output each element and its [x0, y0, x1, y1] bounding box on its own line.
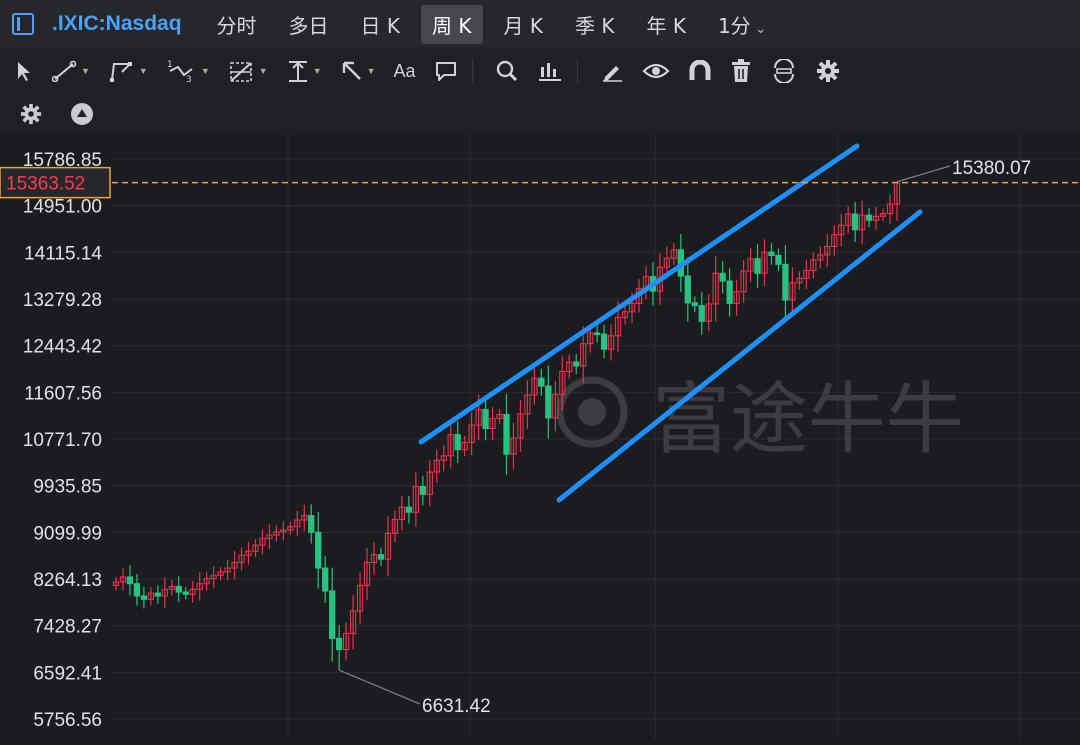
- tab-quarterly-k[interactable]: 季 K: [564, 5, 625, 44]
- drawing-toolbar: ▼ ▼ 1 3 ▼ ▼ ▼ ▼ Aa: [0, 48, 1080, 95]
- candle-body: [698, 305, 705, 322]
- candle-body: [538, 377, 545, 387]
- dropdown-caret-icon: ▼: [200, 66, 210, 76]
- dropdown-caret-icon: ▼: [258, 66, 268, 76]
- sync-icon[interactable]: [770, 59, 798, 83]
- dropdown-caret-icon: ▼: [312, 66, 322, 76]
- candle-body: [182, 591, 189, 595]
- low-price-label: 6631.42: [422, 696, 491, 717]
- candle-body: [726, 280, 733, 304]
- y-tick-label: 14951.00: [23, 197, 102, 218]
- candle-body: [594, 332, 601, 336]
- candle-body: [308, 515, 315, 533]
- text-icon[interactable]: Aa: [394, 61, 416, 82]
- candle-body: [419, 486, 426, 495]
- cursor-icon[interactable]: [14, 60, 34, 82]
- candle-body: [782, 263, 789, 301]
- low-leader-line: [338, 669, 421, 705]
- high-leader-line: [896, 165, 951, 183]
- candle-body: [377, 554, 385, 560]
- candle-body: [133, 583, 141, 597]
- candle-body: [154, 592, 161, 597]
- tab-timeshare[interactable]: 分时: [206, 5, 268, 44]
- y-tick-label: 5756.56: [33, 710, 102, 731]
- candle-body: [175, 585, 182, 593]
- y-tick-label: 13279.28: [23, 290, 102, 311]
- polyline-icon[interactable]: ▼: [108, 60, 148, 82]
- candle-body: [335, 637, 343, 651]
- tab-monthly-k[interactable]: 月 K: [493, 5, 554, 44]
- candle-body: [503, 413, 510, 455]
- settings-icon[interactable]: [20, 103, 42, 125]
- top-bar: .IXIC:Nasdaq 分时 多日 日 K 周 K 月 K 季 K 年 K 1…: [0, 0, 1080, 48]
- candle-body: [482, 408, 489, 430]
- price-range-icon[interactable]: ▼: [286, 59, 322, 83]
- tab-daily-k[interactable]: 日 K: [350, 5, 411, 44]
- y-tick-label: 10771.70: [23, 430, 102, 451]
- candle-body: [405, 506, 413, 513]
- candle-body: [719, 272, 726, 282]
- tab-weekly-k[interactable]: 周 K: [421, 4, 483, 44]
- tab-multi-day[interactable]: 多日: [278, 5, 340, 44]
- tab-minute-label: 1分: [717, 13, 751, 38]
- zoom-icon[interactable]: [495, 60, 519, 82]
- trend-line-icon[interactable]: ▼: [52, 60, 90, 82]
- toolbar-divider: [576, 59, 578, 83]
- fib-grid-icon[interactable]: ▼: [228, 59, 268, 83]
- y-tick-label: 12443.42: [23, 337, 102, 358]
- current-price-badge: 15363.52: [0, 166, 111, 199]
- candle-body: [329, 590, 336, 639]
- toolbar-divider: [471, 59, 473, 83]
- comment-icon[interactable]: [434, 60, 458, 82]
- candle-body: [691, 302, 698, 307]
- tab-yearly-k[interactable]: 年 K: [635, 5, 696, 44]
- candle-body: [684, 275, 691, 304]
- candle-body: [573, 361, 580, 367]
- candle-body: [545, 385, 552, 419]
- pen-icon[interactable]: [600, 60, 624, 82]
- candle-body: [852, 213, 859, 231]
- svg-text:1: 1: [167, 60, 173, 70]
- svg-text:3: 3: [186, 75, 192, 83]
- settings-icon[interactable]: [816, 59, 840, 83]
- triangle-up-icon[interactable]: [70, 102, 94, 126]
- chevron-down-icon: ⌄: [754, 20, 767, 37]
- indicator-bar: [0, 94, 1080, 134]
- candle-body: [140, 595, 148, 600]
- candle-body: [865, 214, 873, 221]
- candle-body: [754, 258, 761, 274]
- candle-body: [600, 333, 608, 350]
- magnet-icon[interactable]: [688, 60, 712, 82]
- arrow-icon[interactable]: ▼: [340, 60, 376, 82]
- y-tick-label: 6592.41: [33, 663, 102, 684]
- dropdown-caret-icon: ▼: [81, 66, 90, 76]
- dropdown-caret-icon: ▼: [366, 66, 376, 76]
- watermark-logo-icon: [556, 376, 628, 448]
- candle-body: [454, 434, 461, 451]
- indicator-icon[interactable]: [537, 59, 563, 83]
- y-tick-label: 9935.85: [33, 477, 102, 498]
- eye-icon[interactable]: [642, 61, 670, 81]
- high-price-label: 15380.07: [952, 158, 1031, 179]
- candlestick-chart[interactable]: 富途牛牛 15786.85 14951.00 14115.14 13279.28 124…: [0, 134, 1080, 740]
- y-tick-label: 7428.27: [33, 617, 102, 638]
- y-tick-label: 9099.99: [33, 523, 102, 544]
- y-tick-label: 11607.56: [24, 383, 102, 404]
- candle-body: [775, 254, 782, 265]
- candle-body: [126, 576, 134, 585]
- y-tick-label: 8264.13: [33, 570, 102, 591]
- candle-body: [315, 531, 322, 569]
- candle-body: [322, 567, 329, 592]
- wave-icon[interactable]: 1 3 ▼: [166, 59, 210, 83]
- candle-body: [768, 251, 775, 256]
- y-tick-label: 14115.14: [24, 243, 102, 264]
- dropdown-caret-icon: ▼: [138, 66, 148, 76]
- tab-minute-dropdown[interactable]: 1分 ⌄: [707, 5, 777, 44]
- trash-icon[interactable]: [730, 59, 752, 83]
- symbol-title[interactable]: .IXIC:Nasdaq: [52, 12, 182, 36]
- sidebar-toggle-icon[interactable]: [12, 13, 34, 35]
- current-price-label: 15363.52: [6, 174, 85, 195]
- price-axis: 15786.8514951.0014115.1413279.2812443.42…: [23, 150, 103, 731]
